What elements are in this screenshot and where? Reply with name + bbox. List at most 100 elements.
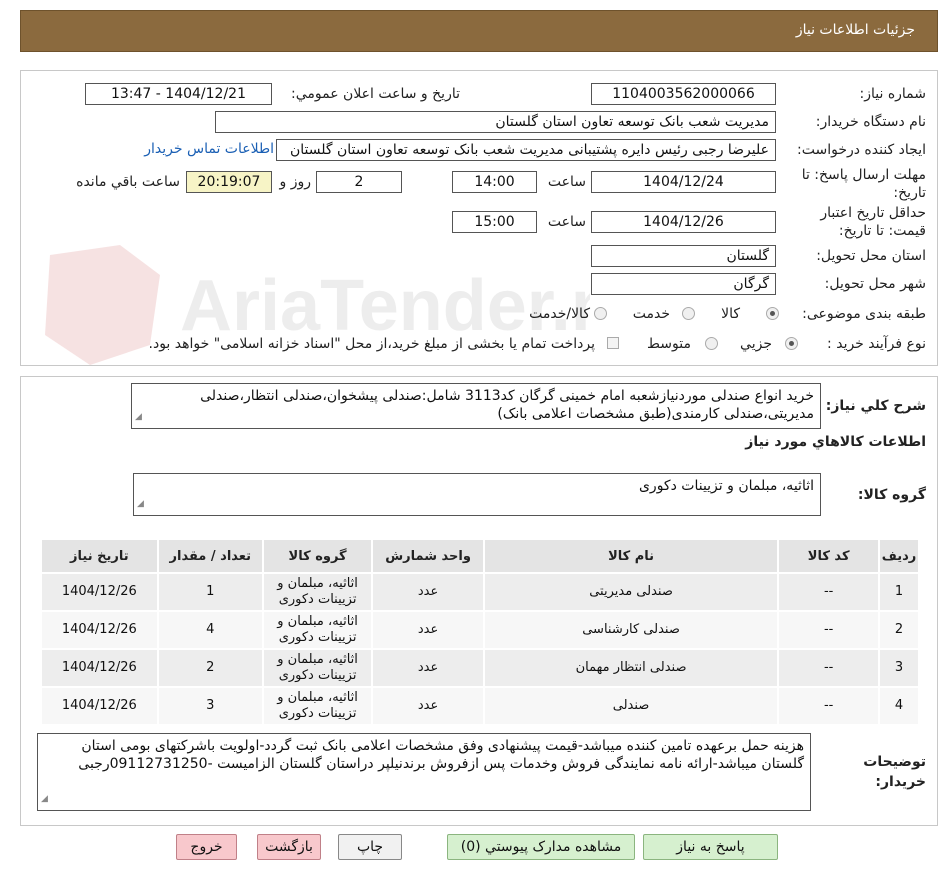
exit-button[interactable]: خروج xyxy=(176,834,237,860)
creator-label: ايجاد کننده درخواست: xyxy=(797,142,926,158)
cell-date: 1404/12/26 xyxy=(40,648,159,688)
contact-buyer-link[interactable]: اطلاعات تماس خريدار xyxy=(144,141,274,157)
resize-grip-icon[interactable]: ◢ xyxy=(137,495,144,513)
col-row-header: رديف xyxy=(878,538,920,574)
goods-heading: اطلاعات كالاهاي مورد نياز xyxy=(745,434,926,450)
remaining-label: ساعت باقي مانده xyxy=(76,174,180,190)
category-service-label: خدمت xyxy=(632,306,670,322)
cell-unit: عدد xyxy=(371,610,485,650)
page-header: جزئيات اطلاعات نياز xyxy=(20,10,938,52)
cell-name: صندلی xyxy=(482,686,780,726)
cell-qty: 4 xyxy=(156,610,264,650)
cell-unit: عدد xyxy=(371,572,485,612)
announce-field: 1404/12/21 - 13:47 xyxy=(85,83,272,105)
cell-group: اثاثیه، مبلمان و تزیینات دکوری xyxy=(261,648,374,688)
category-goods-label: کالا xyxy=(721,306,740,322)
cell-group: اثاثیه، مبلمان و تزیینات دکوری xyxy=(261,610,374,650)
goods-group-label: گروه کالا: xyxy=(857,487,926,503)
back-button[interactable]: بازگشت xyxy=(257,834,321,860)
goods-group-textarea: اثاثیه، مبلمان و تزیینات دکوری ◢ xyxy=(133,473,821,516)
cell-row: 3 xyxy=(878,648,920,688)
purchase-type-label: نوع فرآيند خريد : xyxy=(827,336,926,352)
cell-unit: عدد xyxy=(371,686,485,726)
cell-date: 1404/12/26 xyxy=(40,610,159,650)
print-button[interactable]: چاپ xyxy=(338,834,402,860)
validity-date-field: 1404/12/26 xyxy=(591,211,776,233)
cell-qty: 1 xyxy=(156,572,264,612)
table-row: 4 -- صندلی عدد اثاثیه، مبلمان و تزیینات … xyxy=(40,686,920,726)
page-title: جزئيات اطلاعات نياز xyxy=(795,22,915,38)
purchase-minor-radio[interactable] xyxy=(785,337,798,350)
table-row: 3 -- صندلی انتظار مهمان عدد اثاثیه، مبلم… xyxy=(40,648,920,688)
need-number-field: 1104003562000066 xyxy=(591,83,776,105)
purchase-medium-label: متوسط xyxy=(647,336,691,352)
cell-code: -- xyxy=(777,686,881,726)
goods-table: رديف کد کالا نام کالا واحد شمارش گروه کا… xyxy=(40,538,920,726)
cell-group: اثاثیه، مبلمان و تزیینات دکوری xyxy=(261,686,374,726)
buyer-org-label: نام دستگاه خريدار: xyxy=(815,114,926,130)
cell-name: صندلی انتظار مهمان xyxy=(482,648,780,688)
city-label: شهر محل تحويل: xyxy=(824,276,926,292)
province-label: استان محل تحويل: xyxy=(816,248,926,264)
category-goods-service-label: کالا/خدمت xyxy=(529,306,590,322)
category-goods-service-radio[interactable] xyxy=(594,307,607,320)
creator-field: علیرضا رجبی رئیس دایره پشتیبانی مدیریت ش… xyxy=(276,139,776,161)
city-field: گرگان xyxy=(591,273,776,295)
cell-row: 2 xyxy=(878,610,920,650)
table-row: 2 -- صندلی کارشناسی عدد اثاثیه، مبلمان و… xyxy=(40,610,920,650)
cell-date: 1404/12/26 xyxy=(40,686,159,726)
cell-group: اثاثیه، مبلمان و تزیینات دکوری xyxy=(261,572,374,612)
cell-code: -- xyxy=(777,648,881,688)
days-field: 2 xyxy=(316,171,402,193)
col-date-header: تاريخ نياز xyxy=(40,538,159,574)
announce-label: تاريخ و ساعت اعلان عمومي: xyxy=(291,86,460,102)
col-group-header: گروه کالا xyxy=(261,538,374,574)
purchase-minor-label: جزيي xyxy=(740,336,772,352)
validity-label: حداقل تاريخ اعتبار قيمت: تا تاريخ: xyxy=(820,205,926,239)
cell-row: 4 xyxy=(878,686,920,726)
col-code-header: کد کالا xyxy=(777,538,881,574)
col-qty-header: تعداد / مقدار xyxy=(156,538,264,574)
summary-text: خرید انواع صندلی موردنیازشعبه امام خمینی… xyxy=(200,388,814,422)
cell-unit: عدد xyxy=(371,648,485,688)
category-label: طبقه بندی موضوعی: xyxy=(802,306,926,322)
cell-qty: 3 xyxy=(156,686,264,726)
cell-code: -- xyxy=(777,572,881,612)
deadline-time-label: ساعت xyxy=(547,174,586,190)
deadline-label: مهلت ارسال پاسخ: تا تاريخ: xyxy=(801,167,926,201)
days-label: روز و xyxy=(279,174,312,190)
need-number-label: شماره نياز: xyxy=(859,86,927,102)
resize-grip-icon[interactable]: ◢ xyxy=(135,408,142,426)
deadline-time-field: 14:00 xyxy=(452,171,537,193)
cell-name: صندلی مدیریتی xyxy=(482,572,780,612)
cell-code: -- xyxy=(777,610,881,650)
buyer-notes-textarea: هزینه حمل برعهده تامین کننده میباشد-قیمت… xyxy=(37,733,811,811)
treasury-payment-note: پرداخت تمام یا بخشی از مبلغ خرید،از محل … xyxy=(148,336,595,352)
goods-group-text: اثاثیه، مبلمان و تزیینات دکوری xyxy=(638,478,814,494)
col-unit-header: واحد شمارش xyxy=(371,538,485,574)
reply-button[interactable]: پاسخ به نياز xyxy=(643,834,778,860)
cell-qty: 2 xyxy=(156,648,264,688)
category-service-radio[interactable] xyxy=(682,307,695,320)
province-field: گلستان xyxy=(591,245,776,267)
resize-grip-icon[interactable]: ◢ xyxy=(41,790,48,808)
buyer-org-field: مدیریت شعب بانک توسعه تعاون استان گلستان xyxy=(215,111,776,133)
validity-time-label: ساعت xyxy=(547,214,586,230)
table-header-row: رديف کد کالا نام کالا واحد شمارش گروه کا… xyxy=(40,538,920,574)
cell-name: صندلی کارشناسی xyxy=(482,610,780,650)
cell-date: 1404/12/26 xyxy=(40,572,159,612)
cell-row: 1 xyxy=(878,572,920,612)
validity-time-field: 15:00 xyxy=(452,211,537,233)
col-name-header: نام کالا xyxy=(482,538,780,574)
buyer-notes-label: توضيحات خريدار: xyxy=(863,754,926,790)
table-row: 1 -- صندلی مدیریتی عدد اثاثیه، مبلمان و … xyxy=(40,572,920,612)
summary-label: شرح كلي نياز: xyxy=(825,398,926,414)
treasury-payment-checkbox[interactable] xyxy=(607,337,619,349)
buyer-notes-text: هزینه حمل برعهده تامین کننده میباشد-قیمت… xyxy=(78,738,804,772)
deadline-date-field: 1404/12/24 xyxy=(591,171,776,193)
summary-textarea: خرید انواع صندلی موردنیازشعبه امام خمینی… xyxy=(131,383,821,429)
remaining-time-field: 20:19:07 xyxy=(186,171,272,193)
category-goods-radio[interactable] xyxy=(766,307,779,320)
purchase-medium-radio[interactable] xyxy=(705,337,718,350)
attachments-button[interactable]: مشاهده مدارک پيوستي (0) xyxy=(447,834,635,860)
